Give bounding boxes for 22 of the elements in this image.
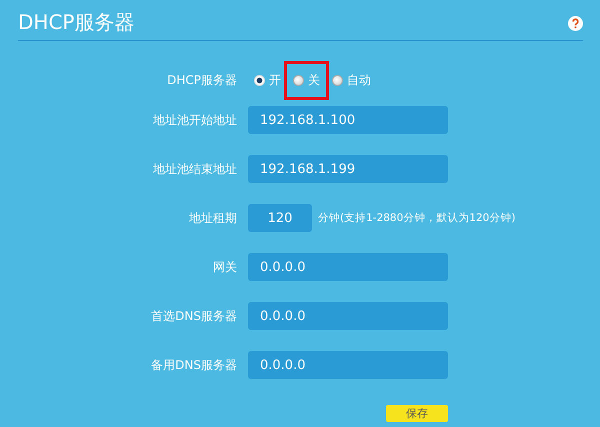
radio-button[interactable] — [332, 74, 343, 86]
save-button[interactable]: 保存 — [386, 405, 448, 422]
radio-option[interactable]: 自动 — [332, 72, 371, 88]
field-label: 地址池开始地址 — [152, 112, 237, 128]
input-field[interactable]: 192.168.1.100 — [248, 106, 448, 134]
radio-option[interactable]: 关 — [293, 72, 320, 88]
input-field[interactable]: 0.0.0.0 — [248, 253, 448, 281]
field-label: 备用DNS服务器 — [150, 356, 237, 374]
radio-button[interactable] — [293, 74, 304, 86]
field-label: 地址租期 — [188, 210, 237, 226]
input-field[interactable]: 0.0.0.0 — [248, 302, 448, 330]
field-label: 地址池结束地址 — [152, 160, 237, 178]
hint-text: 分钟(支持1-2880分钟，默认为120分钟) — [318, 211, 516, 225]
input-field[interactable]: 0.0.0.0 — [248, 351, 448, 379]
field-label: DHCP服务器 — [166, 72, 237, 88]
input-field[interactable]: 120 — [248, 204, 312, 232]
help-icon[interactable] — [568, 16, 583, 30]
input-field[interactable]: 192.168.1.199 — [248, 155, 448, 183]
field-label: 首选DNS服务器 — [150, 308, 237, 324]
radio-option[interactable]: 开 — [254, 72, 281, 88]
page-title: DHCP服务器 — [18, 8, 134, 36]
field-label: 网关 — [212, 258, 237, 276]
